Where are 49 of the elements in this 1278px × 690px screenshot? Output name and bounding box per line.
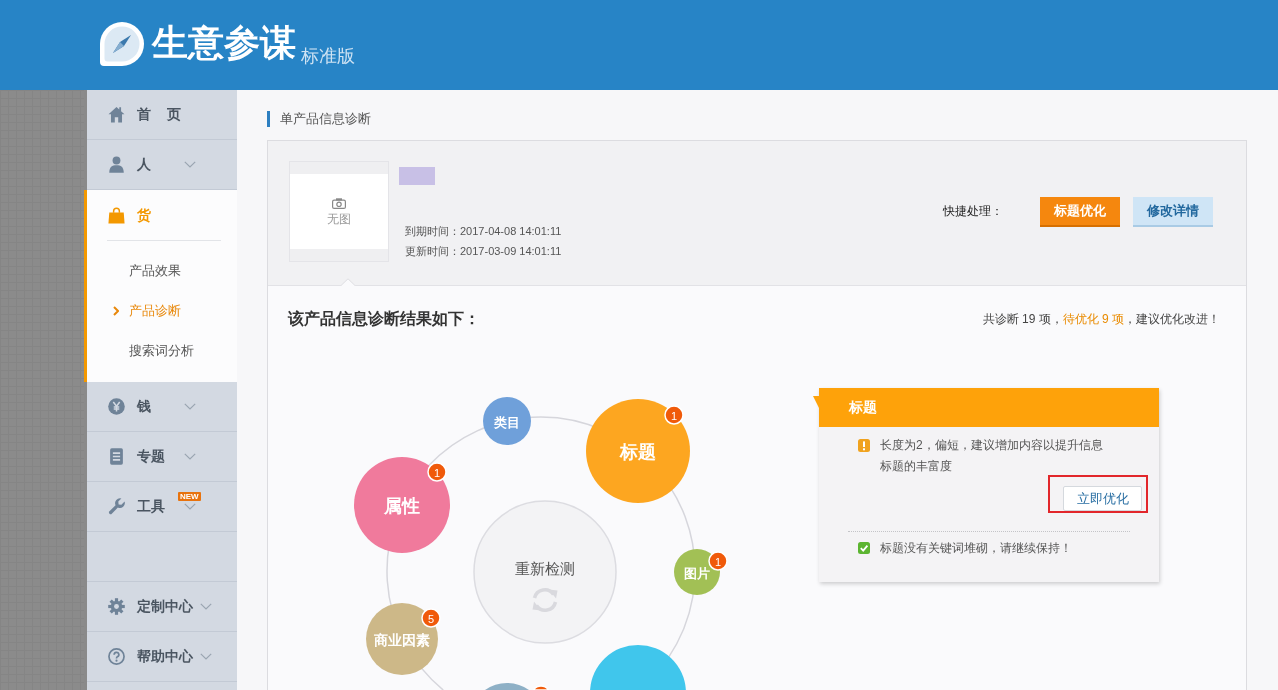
chevron-down-icon — [184, 161, 196, 168]
chevron-down-icon — [184, 403, 196, 410]
logo-text: 生意参谋 — [152, 21, 296, 65]
message-text: 标题没有关键词堆砌，请继续保持！ — [880, 540, 1073, 557]
count-badge: 1 — [708, 551, 728, 571]
message-text: 长度为2，偏短，建议增加内容以提升信息标题的丰富度 — [880, 437, 1104, 475]
chevron-down-icon — [200, 653, 212, 660]
user-icon — [108, 156, 125, 173]
edition-label: 标准版 — [301, 44, 355, 67]
quick-actions-label: 快捷处理： — [943, 203, 1003, 220]
action-button[interactable]: 修改详情 — [1133, 196, 1213, 227]
pending-count-text: 待优化 9 项 — [1062, 311, 1124, 326]
gear-icon — [108, 598, 125, 615]
panel-header: 标题 — [819, 388, 1159, 427]
diagnosis-bubble[interactable] — [485, 683, 529, 690]
date-text: 到期时间：2017-04-08 14:01:11 — [405, 224, 562, 239]
count-badge: 1 — [664, 405, 684, 425]
section-title: 单产品信息诊断 — [267, 111, 371, 127]
yen-coin-icon — [108, 398, 125, 415]
new-badge: NEW — [178, 492, 201, 501]
camera-icon — [332, 197, 346, 209]
count-badge: 1 — [427, 462, 447, 482]
home-icon — [108, 106, 125, 123]
optimize-button[interactable]: 立即优化 — [1063, 486, 1142, 511]
date-text: 更新时间：2017-03-09 14:01:11 — [405, 244, 562, 259]
summary-text: 共诊断 19 项， — [982, 311, 1063, 326]
document-icon — [108, 448, 125, 465]
pointer-notch-icon — [813, 396, 819, 408]
help-icon — [108, 648, 125, 665]
count-badge: 5 — [421, 608, 441, 628]
diagnosis-bubble[interactable]: 类目 — [483, 397, 531, 445]
check-icon — [858, 542, 870, 554]
warning-icon — [858, 439, 870, 452]
no-image-text: 无图 — [327, 211, 351, 226]
chevron-right-icon — [113, 306, 119, 316]
chevron-down-icon — [184, 503, 196, 510]
result-heading: 该产品信息诊断结果如下： — [288, 308, 480, 329]
compass-icon — [98, 19, 146, 67]
nav-subitem[interactable]: 搜索词分析 — [87, 331, 237, 371]
nav-subitem[interactable]: 产品效果 — [87, 251, 237, 291]
chevron-down-icon — [184, 453, 196, 460]
wrench-icon — [108, 498, 125, 515]
diagnosis-bubble[interactable] — [590, 644, 686, 690]
color-swatch-icon — [399, 167, 435, 185]
chevron-down-icon — [200, 603, 212, 610]
bag-icon — [108, 206, 125, 224]
summary-text: ，建议优化改进！ — [1124, 311, 1220, 326]
recheck-button[interactable]: 重新检测 — [473, 500, 617, 644]
refresh-icon — [532, 588, 558, 612]
